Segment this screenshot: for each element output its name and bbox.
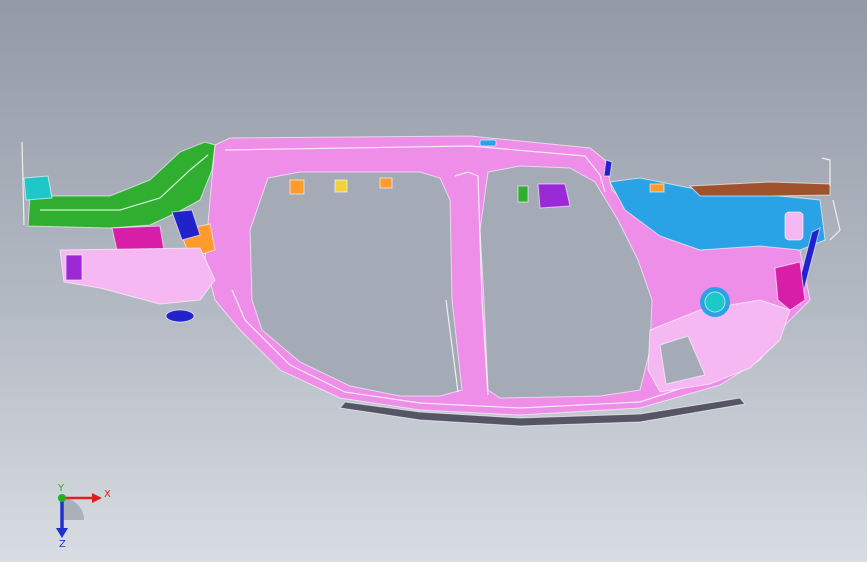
fuel-filler-cap xyxy=(704,291,726,313)
x-axis-arrow xyxy=(92,493,102,503)
y-axis-dot xyxy=(58,494,66,502)
roof-bracket-1 xyxy=(289,179,305,195)
front-purple-bracket xyxy=(65,254,83,281)
roof-bracket-2 xyxy=(334,179,348,193)
front-vertical-tab xyxy=(21,141,25,226)
rear-blue-hook xyxy=(603,159,613,177)
pillar-green-clip xyxy=(517,185,529,203)
roof-blue-tab xyxy=(479,139,497,147)
rear-top-rail xyxy=(688,181,831,197)
car-body-side-model[interactable] xyxy=(21,135,841,427)
3d-viewport[interactable] xyxy=(0,0,867,562)
y-axis-label: Y xyxy=(57,483,65,494)
front-blue-bracket xyxy=(171,209,201,241)
rear-end-tab xyxy=(821,157,841,241)
c-pillar-purple-bracket xyxy=(537,183,571,209)
front-teal-bracket xyxy=(23,175,53,201)
rear-access-hole xyxy=(784,211,804,241)
front-lower-member xyxy=(59,247,216,305)
front-lower-mount xyxy=(165,309,195,323)
triad-shadow xyxy=(62,498,84,520)
x-axis-label: X xyxy=(104,489,111,500)
rear-orange-tab xyxy=(649,183,665,193)
z-axis-arrow xyxy=(56,528,68,538)
coordinate-triad: X Y Z xyxy=(56,483,111,548)
z-axis-label: Z xyxy=(59,539,66,548)
roof-bracket-3 xyxy=(379,177,393,189)
